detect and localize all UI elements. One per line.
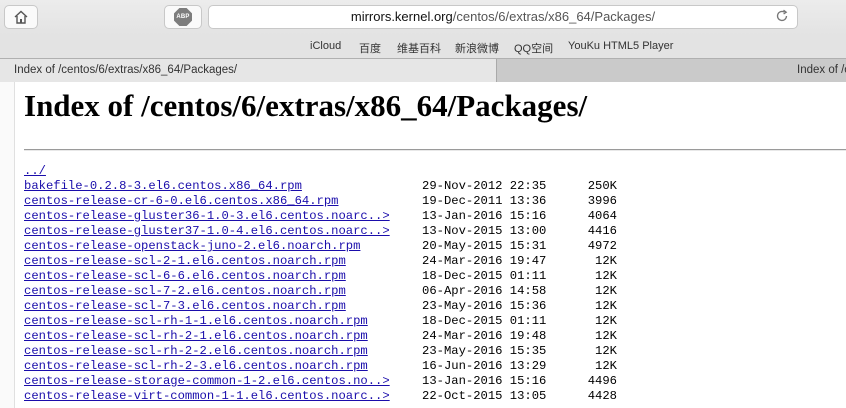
file-size: 4972 (587, 239, 617, 253)
home-icon (14, 10, 28, 24)
file-size: 12K (595, 254, 617, 268)
file-size: 250K (587, 179, 617, 193)
file-row: centos-release-gluster36-1.0-3.el6.cento… (24, 209, 617, 224)
bookmark-wikipedia[interactable]: 维基百科 (397, 40, 441, 56)
file-date: 13-Jan-2016 15:16 (422, 209, 547, 223)
url-domain: mirrors.kernel.org (350, 9, 453, 24)
tab-label: Index of /c (797, 64, 846, 76)
tab-active[interactable]: Index of /centos/6/extras/x86_64/Package… (0, 59, 497, 82)
file-size: 12K (595, 299, 617, 313)
file-size: 12K (595, 329, 617, 343)
file-row: centos-release-openstack-juno-2.el6.noar… (24, 239, 617, 254)
file-size: 4064 (587, 209, 617, 223)
file-date: 06-Apr-2016 14:58 (422, 284, 547, 298)
tab-inactive[interactable]: Index of /c (497, 59, 846, 82)
file-link[interactable]: centos-release-scl-rh-1-1.el6.centos.noa… (24, 314, 368, 329)
page-title: Index of /centos/6/extras/x86_64/Package… (24, 88, 588, 123)
file-size: 12K (595, 344, 617, 358)
file-link[interactable]: centos-release-scl-7-3.el6.centos.noarch… (24, 299, 346, 314)
bookmark-weibo[interactable]: 新浪微博 (455, 40, 499, 56)
file-link[interactable]: centos-release-scl-2-1.el6.centos.noarch… (24, 254, 346, 269)
file-link[interactable]: centos-release-scl-6-6.el6.centos.noarch… (24, 269, 346, 284)
abp-icon: ABP (174, 8, 192, 26)
url-path: /centos/6/extras/x86_64/Packages/ (452, 9, 656, 24)
tab-bar: Index of /centos/6/extras/x86_64/Package… (0, 58, 846, 82)
file-date: 22-Oct-2015 13:05 (422, 389, 547, 403)
bookmark-icloud[interactable]: iCloud (310, 40, 341, 52)
file-row: centos-release-scl-rh-1-1.el6.centos.noa… (24, 314, 617, 329)
parent-dir-row: ../ (24, 164, 68, 179)
file-link[interactable]: centos-release-scl-rh-2-1.el6.centos.noa… (24, 329, 368, 344)
file-row: centos-release-scl-2-1.el6.centos.noarch… (24, 254, 617, 269)
file-link[interactable]: centos-release-gluster37-1.0-4.el6.cento… (24, 224, 390, 239)
adblock-plus-button[interactable]: ABP (164, 5, 202, 29)
file-size: 12K (595, 269, 617, 283)
file-date: 23-May-2016 15:35 (422, 344, 547, 358)
page-gutter (0, 82, 15, 408)
file-date: 23-May-2016 15:36 (422, 299, 547, 313)
file-row: centos-release-gluster37-1.0-4.el6.cento… (24, 224, 617, 239)
file-size: 3996 (587, 194, 617, 208)
file-link[interactable]: centos-release-virt-common-1-1.el6.cento… (24, 389, 390, 404)
file-date: 24-Mar-2016 19:48 (422, 329, 547, 343)
file-row: centos-release-cr-6-0.el6.centos.x86_64.… (24, 194, 617, 209)
home-button[interactable] (4, 5, 38, 29)
tab-label: Index of /centos/6/extras/x86_64/Package… (14, 64, 238, 76)
file-size: 12K (595, 359, 617, 373)
bookmark-qzone[interactable]: QQ空间 (514, 40, 553, 56)
bookmark-baidu[interactable]: 百度 (359, 40, 381, 56)
horizontal-rule (24, 149, 846, 151)
browser-toolbar: ABP mirrors.kernel.org/centos/6/extras/x… (0, 0, 846, 35)
file-row: centos-release-scl-7-2.el6.centos.noarch… (24, 284, 617, 299)
file-link[interactable]: centos-release-storage-common-1-2.el6.ce… (24, 374, 390, 389)
file-row: bakefile-0.2.8-3.el6.centos.x86_64.rpm 29… (24, 179, 617, 194)
file-size: 4416 (587, 224, 617, 238)
file-date: 13-Jan-2016 15:16 (422, 374, 547, 388)
file-date: 18-Dec-2015 01:11 (422, 269, 547, 283)
file-row: centos-release-scl-rh-2-2.el6.centos.noa… (24, 344, 617, 359)
file-date: 24-Mar-2016 19:47 (422, 254, 547, 268)
file-date: 18-Dec-2015 01:11 (422, 314, 547, 328)
file-row: centos-release-virt-common-1-1.el6.cento… (24, 389, 617, 404)
file-row: centos-release-scl-rh-2-1.el6.centos.noa… (24, 329, 617, 344)
file-link[interactable]: centos-release-openstack-juno-2.el6.noar… (24, 239, 360, 254)
file-listing: ../ bakefile-0.2.8-3.el6.centos.x86_64.r… (24, 164, 617, 404)
bookmark-youku[interactable]: YouKu HTML5 Player (568, 40, 673, 52)
file-link[interactable]: centos-release-scl-rh-2-2.el6.centos.noa… (24, 344, 368, 359)
file-link[interactable]: centos-release-scl-rh-2-3.el6.centos.noa… (24, 359, 368, 374)
file-link[interactable]: bakefile-0.2.8-3.el6.centos.x86_64.rpm (24, 179, 302, 194)
file-date: 29-Nov-2012 22:35 (422, 179, 547, 193)
file-row: centos-release-scl-rh-2-3.el6.centos.noa… (24, 359, 617, 374)
page-content: Index of /centos/6/extras/x86_64/Package… (0, 82, 846, 408)
file-link[interactable]: centos-release-scl-7-2.el6.centos.noarch… (24, 284, 346, 299)
file-size: 4428 (587, 389, 617, 403)
address-bar[interactable]: mirrors.kernel.org/centos/6/extras/x86_6… (208, 5, 798, 29)
file-date: 16-Jun-2016 13:29 (422, 359, 547, 373)
file-size: 4496 (587, 374, 617, 388)
file-size: 12K (595, 284, 617, 298)
file-date: 20-May-2015 15:31 (422, 239, 547, 253)
file-date: 19-Dec-2011 13:36 (422, 194, 547, 208)
file-date: 13-Nov-2015 13:00 (422, 224, 547, 238)
file-row: centos-release-storage-common-1-2.el6.ce… (24, 374, 617, 389)
file-size: 12K (595, 314, 617, 328)
file-row: centos-release-scl-6-6.el6.centos.noarch… (24, 269, 617, 284)
file-link[interactable]: centos-release-cr-6-0.el6.centos.x86_64.… (24, 194, 339, 209)
parent-directory-link[interactable]: ../ (24, 164, 46, 179)
reload-icon[interactable] (775, 9, 789, 23)
file-link[interactable]: centos-release-gluster36-1.0-3.el6.cento… (24, 209, 390, 224)
bookmarks-bar: iCloud 百度 维基百科 新浪微博 QQ空间 YouKu HTML5 Pla… (0, 35, 846, 58)
file-row: centos-release-scl-7-3.el6.centos.noarch… (24, 299, 617, 314)
